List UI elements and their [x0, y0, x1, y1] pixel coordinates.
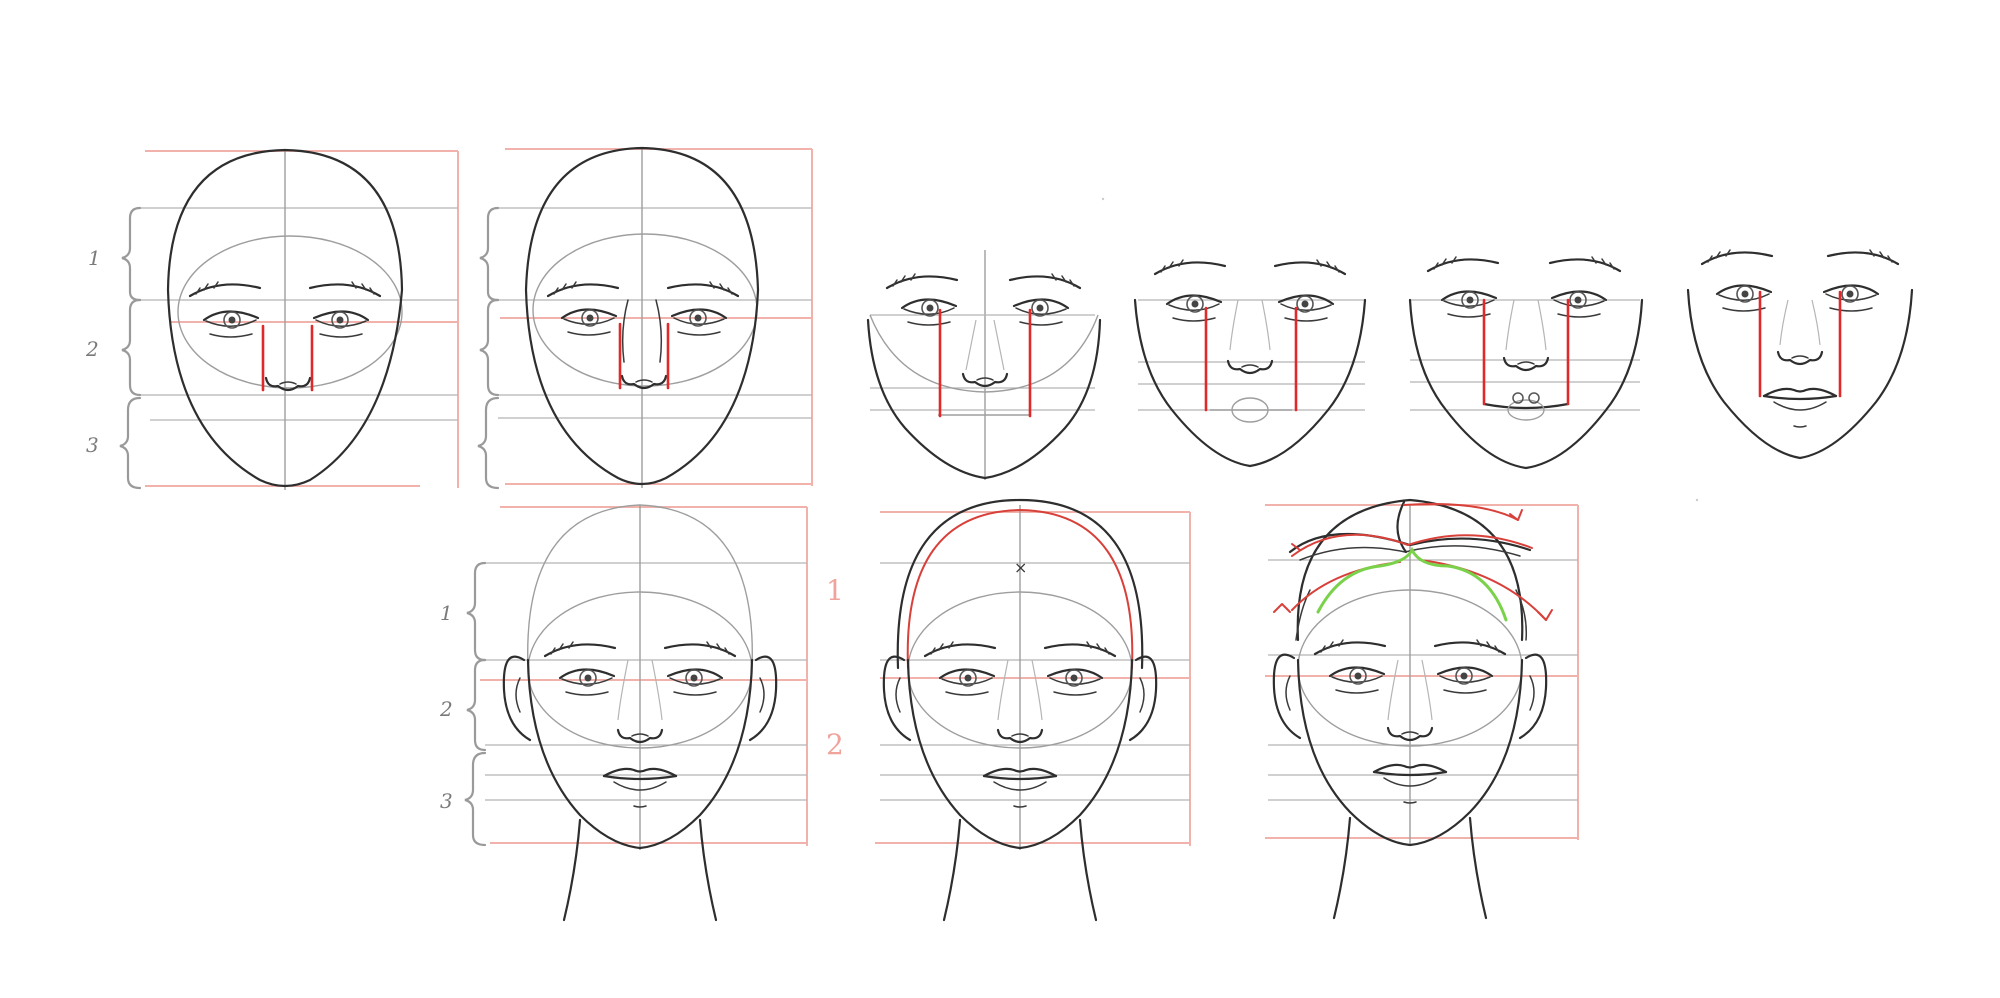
section-number-1-row2: 1 [440, 601, 453, 625]
face-step-1: 1 2 3 [85, 148, 459, 490]
section-number-2-row2: 2 [439, 697, 453, 721]
red-nose-width-lines [261, 324, 314, 392]
section-number-3-row2: 3 [440, 789, 453, 813]
face-drawing-tutorial-sheet: 1 2 3 1 2 3 × 1 2 [85, 146, 1914, 922]
hair-lines [1273, 498, 1553, 642]
section-number-2: 2 [85, 337, 99, 361]
face-step-7: 1 2 3 [439, 504, 808, 922]
face-step-3 [866, 250, 1102, 480]
face-step-9 [1265, 498, 1579, 920]
red-grid [145, 150, 459, 488]
head-center-mark: × [1014, 558, 1027, 577]
thirds-brace [119, 206, 142, 490]
face-step-6 [1686, 248, 1914, 460]
section-number-1: 1 [88, 246, 101, 270]
head-half-1: 1 [826, 574, 844, 607]
head-half-2: 2 [826, 728, 844, 761]
section-number-3: 3 [86, 433, 99, 457]
face-step-8: × 1 2 [826, 498, 1191, 922]
face-step-4 [1133, 258, 1367, 468]
face-step-5 [1408, 255, 1644, 470]
face-step-2 [477, 146, 813, 490]
